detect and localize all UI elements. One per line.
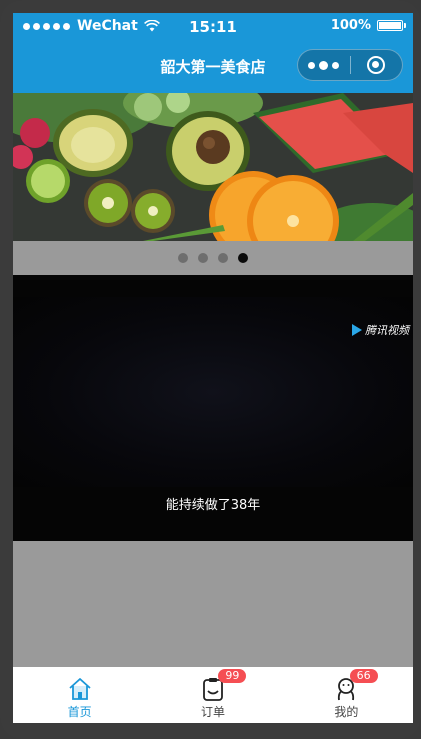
tab-orders[interactable]: 99 订单: [146, 667, 279, 723]
navigation-bar: 韶大第一美食店: [13, 41, 413, 93]
play-logo-icon: [352, 324, 362, 336]
orders-badge: 99: [218, 669, 247, 683]
mini-program-capsule: [297, 49, 403, 81]
carousel-dot[interactable]: [178, 253, 188, 263]
home-icon: [69, 678, 91, 700]
carousel-indicators: [13, 241, 413, 275]
tab-label: 订单: [200, 705, 225, 719]
tab-home[interactable]: 首页: [13, 667, 146, 723]
tab-bar: 首页 99 订单 66 我的: [13, 667, 413, 723]
battery-percent: 100%: [330, 18, 371, 33]
close-mini-program-button[interactable]: [350, 50, 402, 80]
phone-frame: WeChat 15:11 100% 韶大第一美食店 腾讯视频 能持续做了38年 …: [0, 0, 421, 739]
tab-label: 首页: [67, 705, 92, 719]
video-provider-label: 腾讯视频: [365, 324, 409, 337]
status-bar: WeChat 15:11 100%: [13, 13, 413, 41]
carousel-dot[interactable]: [198, 253, 208, 263]
battery-icon: [377, 20, 406, 31]
tencent-video-logo: 腾讯视频: [352, 322, 409, 338]
app-screen: WeChat 15:11 100% 韶大第一美食店 腾讯视频 能持续做了38年 …: [13, 13, 413, 723]
video-subtitle: 能持续做了38年: [165, 498, 261, 513]
tab-label: 我的: [334, 705, 359, 719]
more-dot-icon: [332, 61, 340, 69]
video-player[interactable]: 腾讯视频 能持续做了38年: [13, 275, 413, 541]
carousel-dot[interactable]: [218, 253, 228, 263]
more-dot-icon: [319, 60, 329, 70]
tab-mine[interactable]: 66 我的: [280, 667, 413, 723]
more-dot-icon: [308, 61, 316, 69]
fruit-banner-image: [13, 93, 413, 241]
mine-badge: 66: [349, 669, 378, 683]
more-menu-button[interactable]: [298, 50, 350, 80]
close-circle-icon: [367, 56, 386, 74]
carousel-dot-active[interactable]: [238, 253, 248, 263]
banner-carousel[interactable]: [13, 93, 413, 241]
battery-status: 100%: [330, 18, 406, 33]
